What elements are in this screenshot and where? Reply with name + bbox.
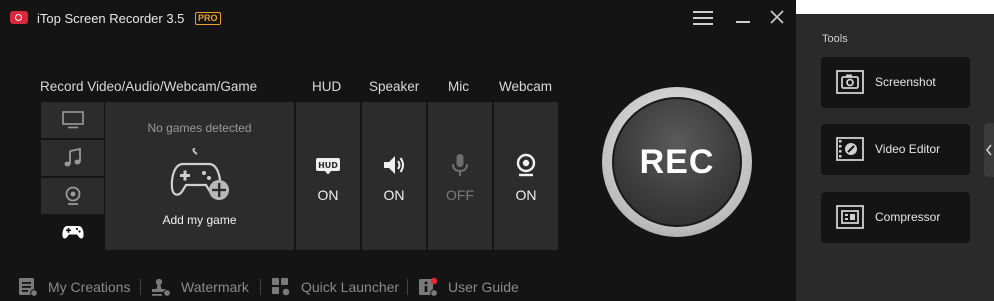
game-panel[interactable]: No games detected Add my game (105, 102, 294, 250)
list-icon (19, 278, 38, 297)
hud-toggle[interactable]: HUD ON (296, 102, 360, 250)
compressor-label: Compressor (875, 210, 941, 224)
hud-label: HUD (312, 79, 342, 94)
webcam-state: ON (515, 187, 537, 203)
music-icon (64, 148, 81, 167)
mic-label: Mic (448, 79, 469, 94)
chevron-left-icon (985, 144, 992, 156)
speaker-label: Speaker (369, 79, 420, 94)
quick-launcher-button[interactable]: Quick Launcher (271, 276, 399, 298)
svg-text:HUD: HUD (318, 161, 338, 170)
record-section-label: Record Video/Audio/Webcam/Game (40, 79, 258, 94)
tab-audio[interactable] (41, 140, 104, 176)
main-window: iTop Screen Recorder 3.5 PRO Record Vide… (0, 0, 796, 301)
quick-launcher-label: Quick Launcher (301, 279, 400, 295)
hud-icon: HUD (316, 158, 340, 175)
tools-title: Tools (822, 33, 848, 45)
webcam-toggle[interactable]: ON (494, 102, 558, 250)
speaker-icon (384, 156, 404, 174)
my-creations-button[interactable]: My Creations (18, 276, 130, 298)
hud-state: ON (317, 187, 339, 203)
webcam-icon (65, 186, 80, 205)
mic-toggle[interactable]: OFF (428, 102, 492, 250)
speaker-toggle[interactable]: ON (362, 102, 426, 250)
webcam-label: Webcam (499, 79, 553, 94)
speaker-state: ON (383, 187, 405, 203)
film-icon (836, 137, 864, 161)
divider (140, 279, 141, 295)
minimize-button[interactable] (732, 8, 754, 28)
my-creations-label: My Creations (48, 279, 131, 295)
no-games-text: No games detected (147, 121, 252, 135)
camera-icon (836, 70, 864, 94)
video-editor-button[interactable]: Video Editor (821, 124, 970, 175)
webcam-icon (516, 153, 536, 177)
watermark-button[interactable]: Watermark (151, 276, 249, 298)
divider (260, 279, 261, 295)
user-guide-button[interactable]: User Guide (418, 276, 519, 298)
tools-panel: Tools Screenshot Video Editor Compressor (796, 14, 994, 301)
tab-game[interactable] (41, 214, 104, 250)
add-game-label: Add my game (162, 213, 237, 227)
mic-icon (452, 154, 468, 176)
rec-button[interactable]: REC (602, 87, 752, 237)
guide-icon (419, 277, 438, 297)
mic-state: OFF (446, 187, 474, 203)
add-game-icon[interactable] (169, 148, 235, 208)
screenshot-label: Screenshot (875, 75, 936, 89)
rec-button-face: REC (612, 97, 742, 227)
collapse-panel-button[interactable] (984, 123, 994, 177)
app-logo-icon (10, 11, 28, 24)
screenshot-button[interactable]: Screenshot (821, 57, 970, 108)
grid-icon (272, 278, 291, 297)
rec-label: REC (639, 143, 715, 181)
user-guide-label: User Guide (448, 279, 519, 295)
watermark-label: Watermark (181, 279, 249, 295)
divider (407, 279, 408, 295)
watermark-icon (152, 278, 171, 297)
menu-button[interactable] (692, 8, 714, 28)
monitor-icon (61, 111, 84, 129)
title-bar: iTop Screen Recorder 3.5 PRO (0, 0, 796, 36)
compress-icon (836, 205, 864, 229)
app-title: iTop Screen Recorder 3.5 (37, 11, 185, 26)
video-editor-label: Video Editor (875, 142, 941, 156)
gamepad-icon (61, 226, 84, 239)
tab-screen[interactable] (41, 102, 104, 138)
close-button[interactable] (766, 8, 788, 28)
compressor-button[interactable]: Compressor (821, 192, 970, 243)
tab-webcam-source[interactable] (41, 178, 104, 214)
pro-badge[interactable]: PRO (195, 12, 221, 25)
